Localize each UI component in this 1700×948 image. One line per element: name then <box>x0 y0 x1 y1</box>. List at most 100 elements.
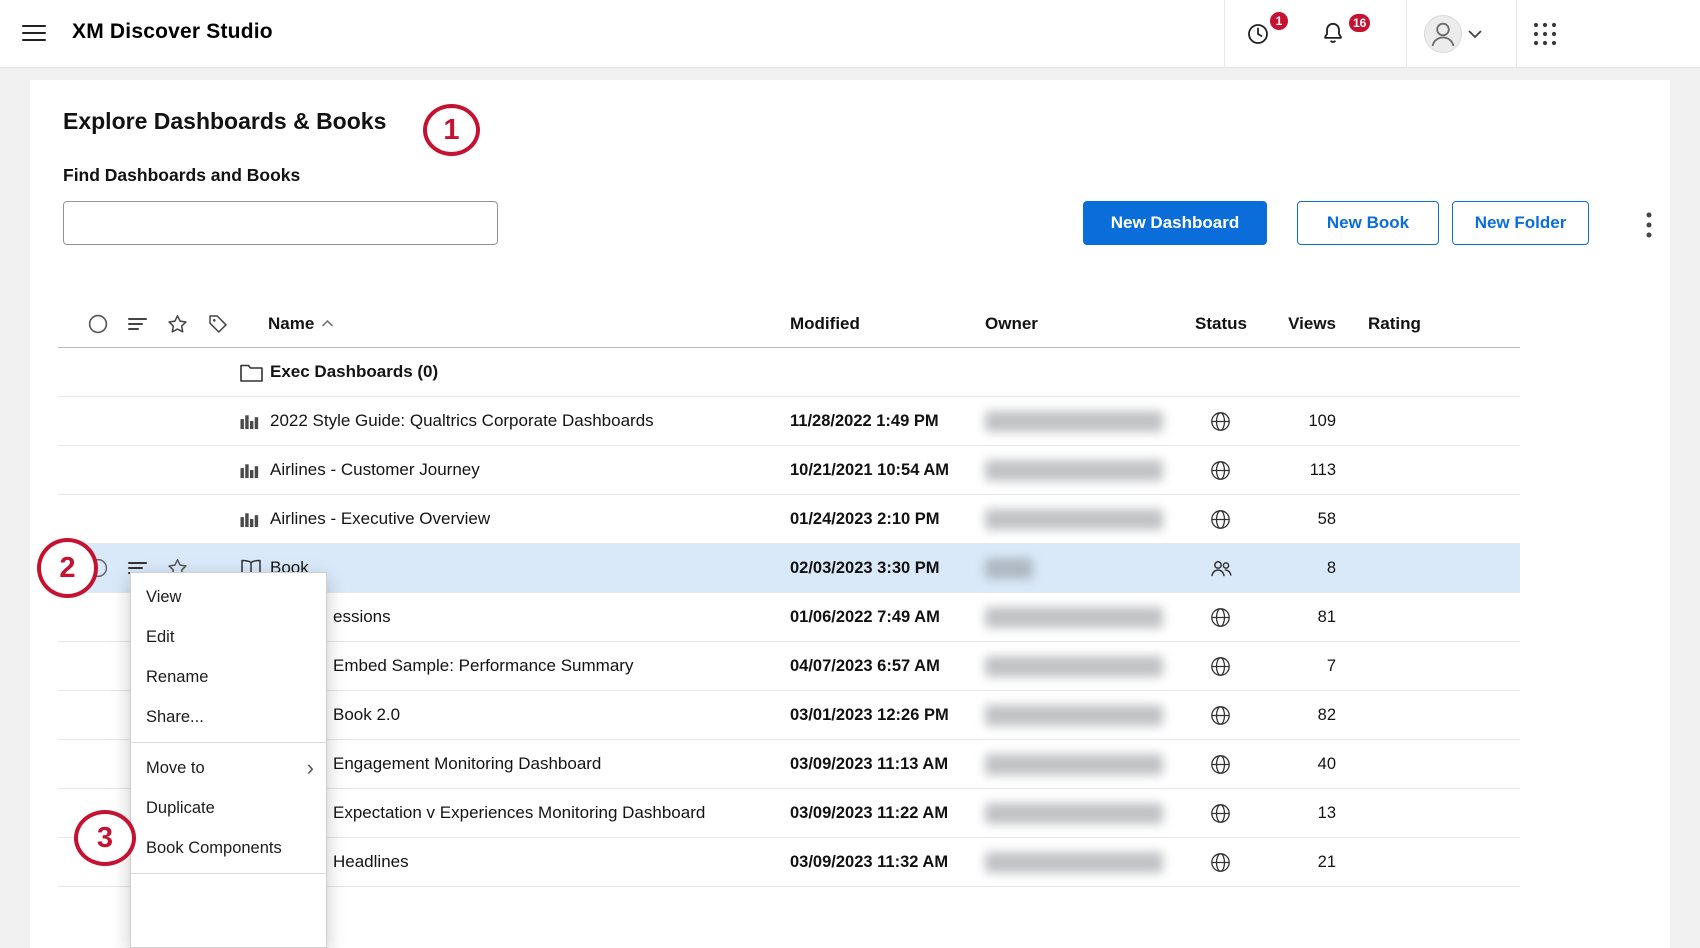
table-row[interactable]: Airlines - Executive Overview01/24/2023 … <box>58 495 1520 544</box>
row-name-cell[interactable]: Airlines - Customer Journey <box>233 460 760 480</box>
menu-item-view[interactable]: View <box>131 577 326 617</box>
owner-name-blurred <box>985 852 1163 873</box>
search-input[interactable] <box>63 201 498 245</box>
row-name-text: essions <box>333 607 391 627</box>
row-status-cell <box>1165 509 1260 530</box>
folder-icon <box>240 363 266 382</box>
search-label: Find Dashboards and Books <box>63 165 300 186</box>
row-modified-cell: 03/01/2023 12:26 PM <box>760 706 965 725</box>
column-header-views[interactable]: Views <box>1260 314 1338 334</box>
alerts-clock-icon[interactable] <box>1246 22 1270 46</box>
row-views-cell: 8 <box>1260 559 1338 578</box>
column-header-modified[interactable]: Modified <box>760 314 965 334</box>
menu-item-rename[interactable]: Rename <box>131 657 326 697</box>
row-name-text: Airlines - Executive Overview <box>270 509 490 529</box>
row-modified-cell: 10/21/2021 10:54 AM <box>760 461 965 480</box>
annotation-circle-3: 3 <box>74 810 136 866</box>
app-title: XM Discover Studio <box>72 20 273 44</box>
row-views-cell: 7 <box>1260 657 1338 676</box>
menu-item-move-to[interactable]: Move to › <box>131 748 326 788</box>
row-modified-cell: 02/03/2023 3:30 PM <box>760 559 965 578</box>
row-owner-cell <box>965 803 1165 824</box>
public-globe-icon <box>1210 517 1231 534</box>
tag-filter-icon[interactable] <box>208 314 228 334</box>
column-header-rating[interactable]: Rating <box>1338 314 1520 334</box>
row-views-cell: 13 <box>1260 804 1338 823</box>
row-owner-cell <box>965 607 1165 628</box>
row-modified-cell: 03/09/2023 11:22 AM <box>760 804 965 823</box>
table-header: Name Modified Owner Status Views Rating <box>58 300 1520 348</box>
row-name-text: Airlines - Customer Journey <box>270 460 480 480</box>
submenu-chevron-right-icon: › <box>307 759 314 777</box>
notifications-badge: 16 <box>1349 14 1370 32</box>
new-folder-button[interactable]: New Folder <box>1452 201 1589 245</box>
row-owner-cell <box>965 754 1165 775</box>
row-modified-cell: 03/09/2023 11:32 AM <box>760 853 965 872</box>
column-header-owner[interactable]: Owner <box>965 314 1165 334</box>
star-filter-icon[interactable] <box>167 314 188 334</box>
row-modified-cell: 11/28/2022 1:49 PM <box>760 412 965 431</box>
row-status-cell <box>1165 656 1260 677</box>
more-options-kebab-icon[interactable] <box>1635 210 1663 240</box>
row-owner-cell <box>965 509 1165 530</box>
menu-item-duplicate[interactable]: Duplicate <box>131 788 326 828</box>
row-owner-cell <box>965 411 1165 432</box>
menu-divider <box>131 742 326 743</box>
table-row[interactable]: Exec Dashboards (0) <box>58 348 1520 397</box>
row-owner-cell <box>965 460 1165 481</box>
topbar-divider <box>1224 0 1225 68</box>
public-globe-icon <box>1210 664 1231 681</box>
context-menu: View Edit Rename Share... Move to › Duplicate B… <box>130 572 327 948</box>
row-name-cell[interactable]: 2022 Style Guide: Qualtrics Corporate Da… <box>233 411 760 431</box>
topbar-divider <box>1406 0 1407 68</box>
menu-item-share[interactable]: Share... <box>131 697 326 737</box>
menu-item-label: Book Components <box>146 839 282 858</box>
row-views-cell: 40 <box>1260 755 1338 774</box>
menu-item-label: Rename <box>146 668 208 687</box>
row-modified-cell: 01/06/2022 7:49 AM <box>760 608 965 627</box>
app-switcher-waffle-icon[interactable] <box>1532 21 1558 47</box>
row-status-cell <box>1165 460 1260 481</box>
row-views-cell: 81 <box>1260 608 1338 627</box>
public-globe-icon <box>1210 860 1231 877</box>
filter-lines-icon[interactable] <box>128 316 147 332</box>
row-owner-cell <box>965 852 1165 873</box>
new-dashboard-button[interactable]: New Dashboard <box>1083 201 1267 245</box>
table-row[interactable]: 2022 Style Guide: Qualtrics Corporate Da… <box>58 397 1520 446</box>
menu-item-edit[interactable]: Edit <box>131 617 326 657</box>
public-globe-icon <box>1210 762 1231 779</box>
avatar-chevron-down-icon[interactable] <box>1468 30 1482 39</box>
hamburger-menu-icon[interactable] <box>22 25 46 43</box>
row-name-text: Engagement Monitoring Dashboard <box>333 754 601 774</box>
row-status-cell <box>1165 803 1260 824</box>
owner-name-blurred <box>985 558 1033 579</box>
page-title: Explore Dashboards & Books <box>63 108 386 135</box>
row-name-cell[interactable]: Exec Dashboards (0) <box>233 362 760 382</box>
owner-name-blurred <box>985 411 1163 432</box>
owner-name-blurred <box>985 460 1163 481</box>
menu-item-book-components[interactable]: Book Components <box>131 828 326 868</box>
table-row[interactable]: Airlines - Customer Journey 10/21/2021 10… <box>58 446 1520 495</box>
owner-name-blurred <box>985 803 1163 824</box>
alerts-badge: 1 <box>1270 12 1288 30</box>
new-book-button[interactable]: New Book <box>1297 201 1439 245</box>
owner-name-blurred <box>985 509 1163 530</box>
row-modified-cell: 04/07/2023 6:57 AM <box>760 657 965 676</box>
dashboard-icon <box>240 510 266 528</box>
user-avatar[interactable] <box>1424 15 1462 53</box>
row-status-cell <box>1165 852 1260 873</box>
row-name-cell[interactable]: Airlines - Executive Overview <box>233 509 760 529</box>
row-status-cell <box>1165 607 1260 628</box>
menu-item-label: Edit <box>146 628 174 647</box>
menu-item-label: Move to <box>146 759 205 778</box>
public-globe-icon <box>1210 419 1231 436</box>
row-views-cell: 82 <box>1260 706 1338 725</box>
shared-users-icon <box>1210 565 1233 582</box>
column-header-status[interactable]: Status <box>1165 314 1260 334</box>
owner-name-blurred <box>985 754 1163 775</box>
select-all-circle-icon[interactable] <box>88 314 108 334</box>
notifications-bell-icon[interactable] <box>1320 20 1346 46</box>
column-header-name[interactable]: Name <box>233 314 760 334</box>
row-name-text: Book 2.0 <box>333 705 400 725</box>
row-status-cell <box>1165 411 1260 432</box>
